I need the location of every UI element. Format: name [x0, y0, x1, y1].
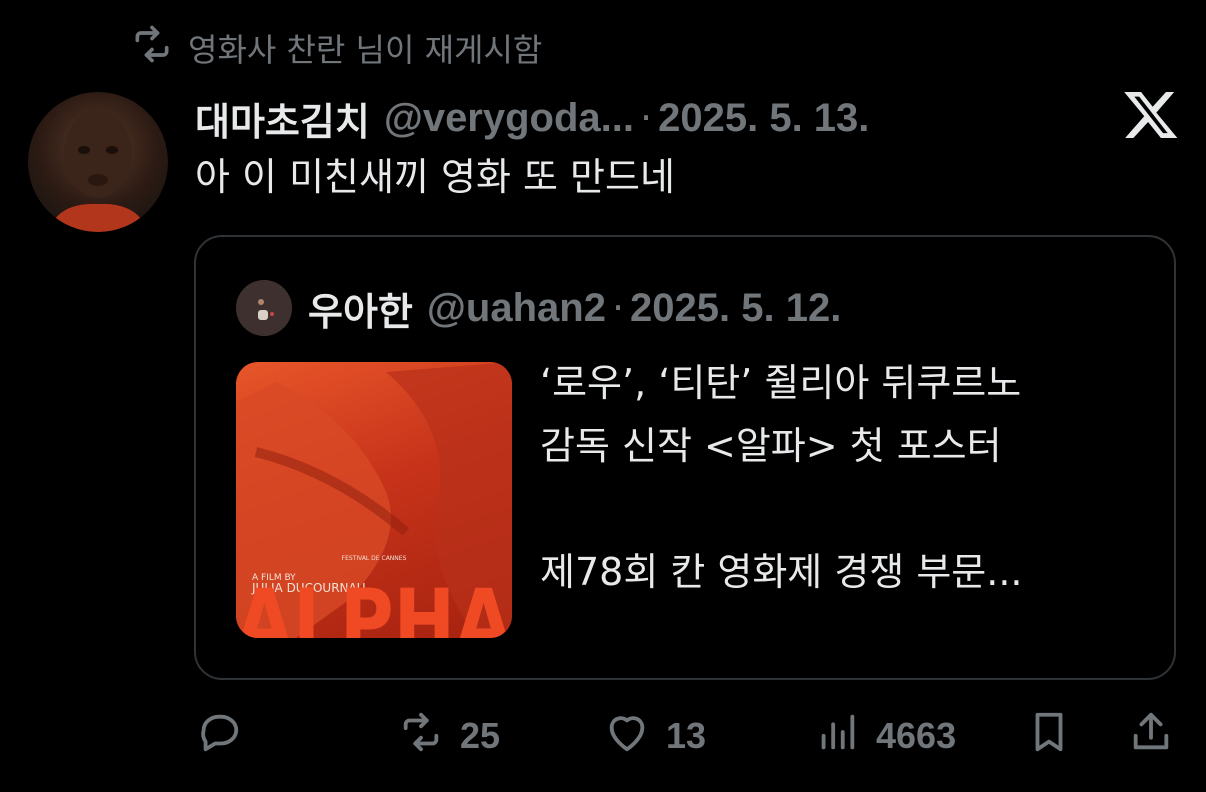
repost-context-label: 영화사 찬란 님이 재게시함 [188, 31, 543, 69]
repost-context[interactable]: 영화사 찬란 님이 재게시함 [130, 24, 542, 72]
quoted-tweet-text: ‘로우’, ‘티탄’ 쥘리아 뒤쿠르노 감독 신작 <알파> 첫 포스터 제78… [540, 361, 1023, 594]
quoted-author-name[interactable]: 우아한 [308, 281, 413, 336]
timestamp[interactable]: 2025. 5. 13. [658, 96, 869, 141]
like-count: 13 [666, 715, 707, 756]
author-handle[interactable]: @verygoda... [384, 96, 634, 141]
like-button[interactable]: 13 [604, 708, 706, 764]
quoted-author-handle[interactable]: @uahan2 [427, 286, 606, 331]
share-button[interactable] [1128, 708, 1174, 764]
views-icon [814, 709, 860, 764]
poster-festival: FESTIVAL DE CANNES [342, 555, 407, 562]
poster-image[interactable]: FESTIVAL DE CANNES A FILM BY JULIA DUCOU… [236, 362, 512, 638]
heart-icon [604, 709, 650, 764]
share-icon [1128, 709, 1174, 764]
action-bar: 25 13 4663 [194, 708, 1176, 764]
bookmark-icon [1026, 709, 1072, 764]
tweet-text: 아 이 미친새끼 영화 또 만드네 [195, 155, 675, 199]
bookmark-button[interactable] [1026, 708, 1072, 764]
quoted-tweet-header: 우아한 @uahan2 · 2025. 5. 12. [308, 280, 841, 336]
x-logo-icon [1122, 86, 1180, 144]
quoted-timestamp[interactable]: 2025. 5. 12. [630, 286, 841, 331]
reply-icon [196, 709, 242, 764]
separator: · [640, 96, 653, 140]
repost-button[interactable]: 25 [398, 708, 500, 764]
repost-count: 25 [460, 715, 501, 756]
reply-button[interactable] [196, 708, 242, 764]
tweet-header: 대마초김치 @verygoda... · 2025. 5. 13. [195, 88, 869, 148]
author-name[interactable]: 대마초김치 [195, 91, 370, 146]
views-count: 4663 [876, 715, 957, 756]
repost-icon [398, 709, 444, 764]
avatar[interactable] [28, 92, 168, 232]
views-button[interactable]: 4663 [814, 708, 956, 764]
repost-icon [130, 22, 174, 74]
separator: · [611, 286, 625, 330]
poster-title: ALPHA [236, 570, 512, 638]
quoted-avatar[interactable] [236, 280, 292, 336]
